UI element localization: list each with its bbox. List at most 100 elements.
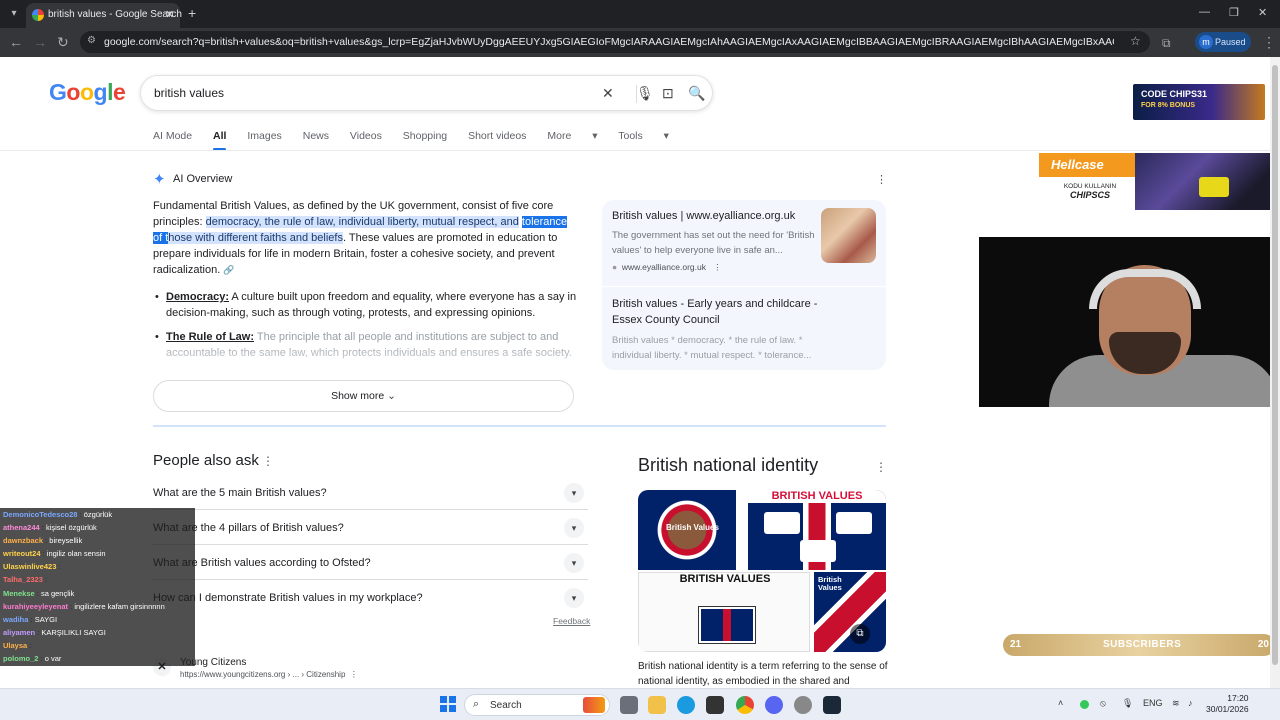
subscriber-goal-bar: 21 SUBSCRIBERS 20: [1003, 634, 1275, 656]
hellcase-ad[interactable]: Hellcase KODU KULLANIN CHIPSCS: [1039, 153, 1270, 210]
site-info-icon[interactable]: ⚙: [87, 35, 96, 46]
store-icon[interactable]: [706, 696, 724, 714]
tab-short-videos[interactable]: Short videos: [468, 130, 526, 142]
chevron-down-icon[interactable]: ▾: [564, 518, 584, 538]
lens-icon[interactable]: ⊡: [662, 85, 674, 102]
page-scrollbar[interactable]: [1270, 57, 1280, 688]
knowledge-panel-menu-icon[interactable]: ⋮: [875, 460, 887, 474]
chat-username: Menekse: [3, 588, 35, 598]
chevron-down-icon[interactable]: ▾: [564, 553, 584, 573]
knowledge-panel-title: British national identity: [638, 455, 819, 475]
url-bar[interactable]: ⚙ google.com/search?q=british+values&oq=…: [80, 31, 1150, 53]
search-icon[interactable]: 🔍: [688, 85, 705, 102]
show-more-button[interactable]: Show more ⌄: [153, 380, 574, 412]
ai-overview-menu-icon[interactable]: ⋮: [876, 173, 887, 186]
app-gear-icon[interactable]: [794, 696, 812, 714]
tray-mic-icon[interactable]: 🎙: [1122, 698, 1133, 709]
ai-highlight[interactable]: democracy, the rule of law, individual l…: [205, 216, 519, 228]
kp-image-poster[interactable]: BRITISH VALUES: [638, 572, 810, 652]
paa-heading: People also ask: [153, 452, 259, 469]
profile-button[interactable]: m Paused: [1195, 32, 1251, 52]
kp-flag: [698, 606, 756, 644]
chat-username: Ulaysa: [3, 640, 28, 650]
chevron-down-icon: ⌄: [387, 390, 396, 402]
taskbar-clock[interactable]: 17:20 30/01/2026: [1206, 693, 1249, 715]
kp-image-badge[interactable]: British Values ⧉: [814, 572, 886, 652]
tray-app-icon[interactable]: ⦸: [1100, 698, 1106, 709]
window-close-icon[interactable]: ✕: [1258, 6, 1267, 19]
window-restore-icon[interactable]: ❐: [1229, 6, 1239, 19]
google-logo[interactable]: Google: [49, 79, 126, 106]
task-view-icon[interactable]: [620, 696, 638, 714]
chat-text: kişisel özgürlük: [45, 523, 97, 533]
windows-start-icon[interactable]: [440, 696, 456, 712]
tab-tools[interactable]: Tools ▾: [618, 130, 669, 142]
chevron-down-icon[interactable]: ▾: [564, 588, 584, 608]
tab-ai-mode[interactable]: AI Mode: [153, 130, 192, 142]
tab-images[interactable]: Images: [247, 130, 281, 142]
source-title[interactable]: British values | www.eyalliance.org.uk: [612, 209, 812, 224]
taskbar-search[interactable]: ⌕ Search: [464, 694, 610, 716]
new-tab-plus-icon[interactable]: +: [188, 5, 196, 21]
clear-search-icon[interactable]: ✕: [602, 85, 614, 102]
result-menu-icon[interactable]: ⋮: [350, 670, 358, 679]
url-text[interactable]: google.com/search?q=british+values&oq=br…: [104, 36, 1114, 48]
content-fade: [153, 342, 578, 382]
tab-videos[interactable]: Videos: [350, 130, 382, 142]
knowledge-panel-images[interactable]: British Values BRITISH VALUES BRITISH VA…: [638, 490, 886, 652]
ad-banner[interactable]: CODE CHIPS31 FOR 8% BONUS: [1133, 84, 1265, 120]
tab-news[interactable]: News: [303, 130, 329, 142]
paa-item[interactable]: What are the 4 pillars of British values…: [153, 510, 588, 545]
steam-icon[interactable]: [823, 696, 841, 714]
wifi-icon[interactable]: ≋: [1172, 698, 1180, 709]
reload-icon[interactable]: ↻: [57, 34, 69, 50]
tab-more[interactable]: More ▾: [547, 130, 597, 142]
source-menu-icon[interactable]: ⋮: [713, 262, 722, 272]
volume-icon[interactable]: ♪: [1188, 698, 1193, 708]
language-indicator[interactable]: ENG: [1143, 698, 1163, 708]
chevron-down-icon[interactable]: ▾: [564, 483, 584, 503]
tab-all[interactable]: All: [213, 130, 226, 142]
ai-highlight-rest[interactable]: hose with different faiths and beliefs: [168, 232, 343, 244]
chat-username: athena244: [3, 523, 40, 533]
search-input[interactable]: british values: [154, 86, 224, 100]
chat-username: wadiha: [3, 614, 29, 624]
link-chip-icon[interactable]: 🔗: [223, 265, 234, 275]
kp-image-caption: BRITISH VALUES: [748, 490, 886, 503]
chrome-icon[interactable]: [736, 696, 754, 714]
browser-tab-active[interactable]: british values - Google Search ✕: [26, 3, 182, 28]
paa-item[interactable]: How can I demonstrate British values in …: [153, 580, 588, 615]
browser-menu-icon[interactable]: ⋮: [1262, 34, 1276, 50]
tab-shopping[interactable]: Shopping: [403, 130, 447, 142]
edge-icon[interactable]: [677, 696, 695, 714]
paa-item[interactable]: What are British values according to Ofs…: [153, 545, 588, 580]
source-thumbnail[interactable]: [821, 208, 876, 263]
back-arrow-icon[interactable]: ←: [9, 34, 23, 50]
clock-time: 17:20: [1227, 693, 1249, 703]
scrollbar-thumb[interactable]: [1272, 65, 1278, 665]
sparkle-icon: ✦: [153, 171, 166, 188]
file-explorer-icon[interactable]: [648, 696, 666, 714]
paa-menu-icon[interactable]: ⋮: [262, 454, 274, 468]
forward-arrow-icon[interactable]: →: [33, 34, 47, 50]
tray-status-icon[interactable]: [1080, 700, 1089, 709]
chat-message: polomo_2 : o var: [3, 654, 62, 664]
image-expand-icon[interactable]: ⧉: [850, 624, 870, 644]
paa-item[interactable]: What are the 5 main British values? ▾: [153, 475, 588, 510]
tray-overflow-icon[interactable]: ˄: [1058, 698, 1063, 708]
discord-icon[interactable]: [765, 696, 783, 714]
window-minimize-icon[interactable]: —: [1199, 6, 1210, 18]
search-box[interactable]: british values ✕ 🎙 ⊡ 🔍: [140, 75, 713, 111]
source-title[interactable]: British values - Early years and childca…: [612, 296, 822, 328]
chat-text: KARŞILIKLI SAYGI: [41, 627, 106, 637]
result-url-text: https://www.youngcitizens.org › ... › Ci…: [180, 670, 346, 679]
feedback-link[interactable]: Feedback: [553, 616, 590, 626]
kp-image-hand[interactable]: British Values: [638, 490, 736, 570]
extensions-icon[interactable]: ⧉: [1162, 35, 1171, 51]
bookmark-star-icon[interactable]: ☆: [1130, 34, 1141, 48]
tab-close-icon[interactable]: ✕: [165, 8, 174, 21]
mic-icon[interactable]: 🎙: [636, 85, 654, 102]
kp-image-flag[interactable]: BRITISH VALUES: [748, 490, 886, 570]
result-url[interactable]: https://www.youngcitizens.org › ... › Ci…: [180, 670, 358, 679]
tab-search-dropdown-icon[interactable]: ▾: [6, 6, 22, 22]
